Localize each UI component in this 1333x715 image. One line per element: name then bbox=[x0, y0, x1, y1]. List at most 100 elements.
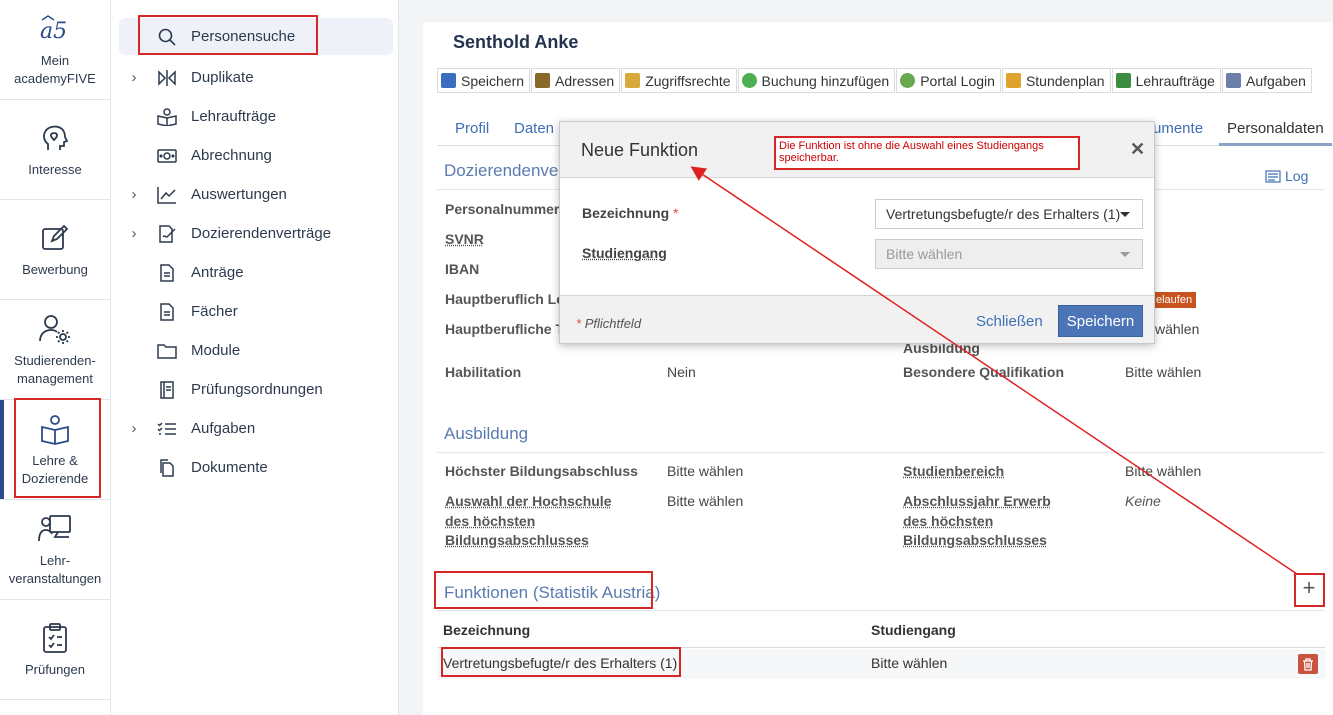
field-value-habilitation: Nein bbox=[667, 364, 696, 380]
field-label-hoechster-abschluss: Höchster Bildungsabschluss bbox=[445, 463, 638, 479]
chevron-right-icon[interactable]: › bbox=[119, 186, 149, 203]
table-row: Vertretungsbefugte/r des Erhalters (1) B… bbox=[437, 649, 1325, 679]
chevron-down-icon bbox=[1120, 252, 1130, 257]
main-rail: a5 Mein academyFIVE Interesse Bewerbung … bbox=[0, 0, 111, 715]
section-title-ausbildung: Ausbildung bbox=[444, 424, 529, 443]
field-value-abschlussjahr: Keine bbox=[1125, 493, 1161, 509]
dialog-title: Neue Funktion bbox=[581, 140, 699, 160]
folder-icon bbox=[153, 343, 181, 359]
field-label-hochschule: Auswahl der Hochschule des höchsten Bild… bbox=[445, 493, 612, 548]
bezeichnung-select[interactable]: Vertretungsbefugte/r des Erhalters (1) bbox=[875, 199, 1143, 229]
book-user-icon bbox=[38, 412, 72, 446]
save-button[interactable]: Speichern bbox=[1058, 305, 1143, 337]
add-circle-icon bbox=[741, 73, 757, 88]
chevron-right-icon[interactable]: › bbox=[119, 225, 149, 242]
timetable-button[interactable]: Stundenplan bbox=[1001, 68, 1111, 93]
trash-icon bbox=[1303, 657, 1313, 671]
subnav-item-pruefungsordnungen[interactable]: Prüfungsordnungen bbox=[119, 371, 393, 408]
field-label-habilitation: Habilitation bbox=[445, 364, 522, 380]
studiengang-select[interactable]: Bitte wählen bbox=[875, 239, 1143, 269]
rail-item-label: Interesse bbox=[28, 161, 82, 177]
field-label-studiengang: Studiengang bbox=[582, 245, 667, 261]
duplicate-icon bbox=[153, 69, 181, 87]
teaching-assignments-button[interactable]: Lehraufträge bbox=[1111, 68, 1221, 93]
portal-login-button[interactable]: Portal Login bbox=[896, 68, 1001, 93]
save-toolbar-button[interactable]: Speichern bbox=[437, 68, 531, 93]
subnav-item-auswertungen[interactable]: › Auswertungen bbox=[119, 176, 393, 213]
subnav-item-label: Module bbox=[191, 342, 241, 359]
chart-icon bbox=[153, 186, 181, 204]
subnav-item-module[interactable]: Module bbox=[119, 332, 393, 369]
field-value-besondere-qualifikation: Bitte wählen bbox=[1125, 364, 1202, 380]
chevron-right-icon[interactable]: › bbox=[119, 420, 149, 437]
edit-icon bbox=[38, 221, 72, 255]
sub-navigation: Personensuche › Duplikate Lehraufträge A… bbox=[111, 0, 399, 715]
dialog-footer: * Pflichtfeld Schließen Speichern bbox=[560, 295, 1154, 343]
page-title: Senthold Anke bbox=[453, 32, 579, 52]
rail-item-pruefungen[interactable]: Prüfungen bbox=[0, 600, 110, 700]
address-book-icon bbox=[535, 73, 551, 88]
field-value-studienbereich: Bitte wählen bbox=[1125, 463, 1202, 479]
contract-icon bbox=[153, 224, 181, 243]
tab-dokumente[interactable]: umente bbox=[1153, 120, 1203, 137]
tab-personaldaten[interactable]: Personaldaten bbox=[1219, 120, 1332, 146]
subnav-item-faecher[interactable]: Fächer bbox=[119, 293, 393, 330]
dialog-header: Neue Funktion Die Funktion ist ohne die … bbox=[560, 122, 1154, 178]
add-booking-button[interactable]: Buchung hinzufügen bbox=[737, 68, 896, 93]
subnav-item-dozierendenvertraege[interactable]: › Dozierendenverträge bbox=[119, 215, 393, 252]
rail-item-lehrveranstaltungen[interactable]: Lehr- veranstaltungen bbox=[0, 500, 110, 600]
subnav-item-aufgaben[interactable]: › Aufgaben bbox=[119, 410, 393, 447]
subnav-item-label: Dozierendenverträge bbox=[191, 225, 332, 242]
subnav-item-label: Auswertungen bbox=[191, 186, 287, 203]
documents-icon bbox=[153, 458, 181, 477]
cell-studiengang: Bitte wählen bbox=[871, 655, 948, 671]
table-header: Bezeichnung Studiengang bbox=[437, 612, 1325, 648]
status-badge: elaufen bbox=[1152, 292, 1197, 308]
rail-item-label: Lehre & Dozierende bbox=[21, 452, 89, 486]
field-label-studienbereich: Studienbereich bbox=[903, 463, 1005, 479]
subnav-item-dokumente[interactable]: Dokumente bbox=[119, 449, 393, 486]
tab-daten[interactable]: Daten bbox=[514, 120, 554, 137]
search-icon bbox=[153, 28, 181, 46]
book-icon bbox=[153, 380, 181, 399]
column-header-studiengang: Studiengang bbox=[871, 622, 956, 638]
subnav-item-lehrauftraege[interactable]: Lehraufträge bbox=[119, 98, 393, 135]
close-dialog-button[interactable]: Schließen bbox=[976, 313, 1043, 330]
tasks-icon bbox=[1225, 73, 1241, 88]
rail-item-lehre-dozierende[interactable]: Lehre & Dozierende bbox=[0, 400, 110, 500]
teaching-icon bbox=[1115, 73, 1131, 88]
field-label-bezeichnung: Bezeichnung * bbox=[582, 205, 679, 221]
field-value-hochschule: Bitte wählen bbox=[667, 493, 744, 509]
field-value-hauptberuf: wählen bbox=[1155, 321, 1200, 337]
delete-row-button[interactable] bbox=[1298, 654, 1318, 674]
presentation-icon bbox=[38, 512, 72, 546]
subnav-item-antraege[interactable]: Anträge bbox=[119, 254, 393, 291]
field-value-hoechster-abschluss: Bitte wählen bbox=[667, 463, 744, 479]
rail-item-mein-academyfive[interactable]: a5 Mein academyFIVE bbox=[0, 0, 110, 100]
rail-item-studierendenmanagement[interactable]: Studierenden- management bbox=[0, 300, 110, 400]
rail-item-interesse[interactable]: Interesse bbox=[0, 100, 110, 200]
subnav-item-label: Anträge bbox=[191, 264, 244, 281]
tasks-button[interactable]: Aufgaben bbox=[1221, 68, 1312, 93]
subnav-item-personensuche[interactable]: Personensuche bbox=[119, 18, 393, 55]
chevron-right-icon[interactable]: › bbox=[119, 69, 149, 86]
column-header-bezeichnung: Bezeichnung bbox=[443, 622, 531, 638]
rail-item-label: Bewerbung bbox=[22, 261, 88, 277]
tab-profil[interactable]: Profil bbox=[455, 120, 489, 137]
field-label-svnr: SVNR bbox=[445, 231, 484, 247]
close-icon[interactable]: ✕ bbox=[1130, 139, 1145, 160]
log-link[interactable]: Log bbox=[1265, 168, 1308, 184]
rail-item-bewerbung[interactable]: Bewerbung bbox=[0, 200, 110, 300]
add-function-button[interactable]: + bbox=[1298, 577, 1320, 600]
field-label-hauptberufliche-taetigkeit: Hauptberufliche Tä bbox=[445, 321, 572, 337]
subnav-item-abrechnung[interactable]: Abrechnung bbox=[119, 137, 393, 174]
section-title-funktionen: Funktionen (Statistik Austria) bbox=[444, 583, 661, 602]
user-gear-icon bbox=[38, 312, 72, 346]
new-function-dialog: Neue Funktion Die Funktion ist ohne die … bbox=[559, 121, 1155, 344]
addresses-button[interactable]: Adressen bbox=[531, 68, 621, 93]
file-icon bbox=[153, 302, 181, 321]
access-rights-button[interactable]: Zugriffsrechte bbox=[621, 68, 737, 93]
subnav-item-duplikate[interactable]: › Duplikate bbox=[119, 59, 393, 96]
annotation-note: Die Funktion ist ohne die Auswahl eines … bbox=[774, 136, 1080, 170]
lock-icon bbox=[625, 73, 641, 88]
